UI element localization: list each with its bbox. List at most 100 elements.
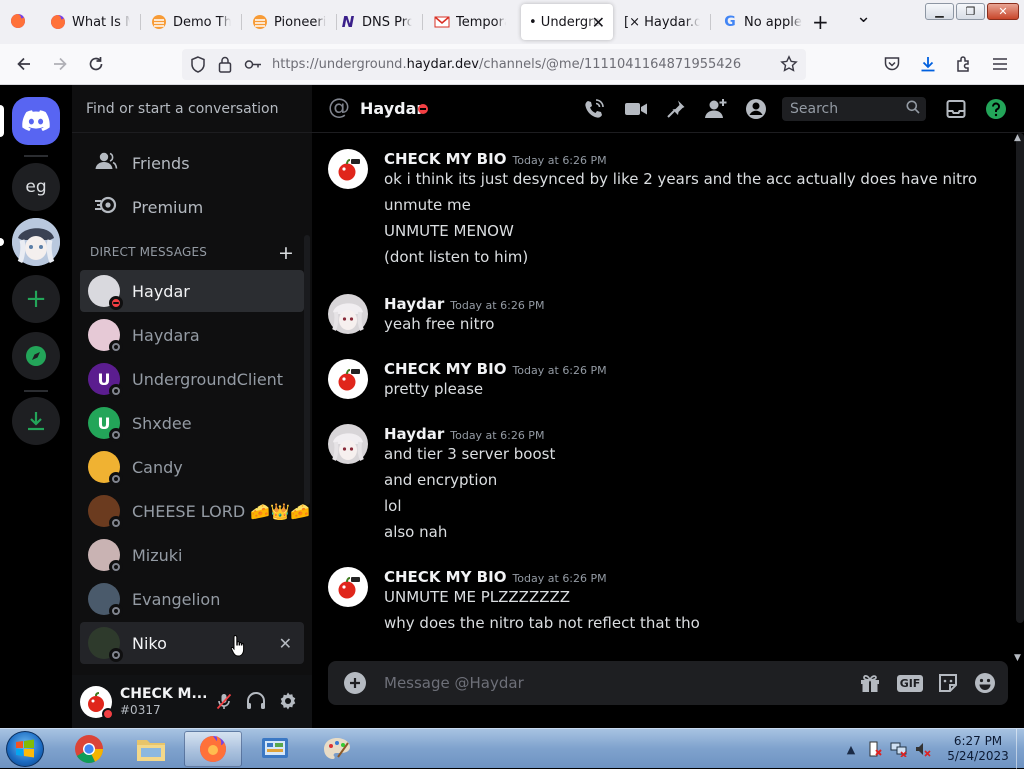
dm-item[interactable]: U UndergroundClient: [80, 358, 304, 400]
dm-item[interactable]: CHEESE LORD 🧀👑🧀: [80, 490, 310, 532]
send-gift-button[interactable]: [857, 671, 883, 695]
chat-scrollbar[interactable]: ▲ ▼: [1014, 133, 1024, 663]
emoji-picker-button[interactable]: [972, 671, 998, 695]
mute-mic-button[interactable]: [212, 689, 236, 713]
browser-tab[interactable]: G No apple: [714, 4, 810, 40]
message-composer[interactable]: Message @Haydar GIF: [328, 661, 1008, 705]
user-avatar[interactable]: [80, 686, 114, 720]
tab-separator: [710, 14, 711, 30]
downloads-icon[interactable]: [917, 53, 939, 75]
start-voice-call-button[interactable]: [582, 97, 606, 121]
permissions-key-icon[interactable]: [244, 57, 262, 76]
volume-icon[interactable]: [914, 740, 932, 758]
taskbar-paint[interactable]: [308, 731, 366, 767]
back-icon[interactable]: [13, 53, 35, 75]
tracking-protection-icon[interactable]: [190, 56, 206, 77]
dm-item[interactable]: Mizuki: [80, 534, 304, 576]
lock-icon[interactable]: [218, 56, 232, 77]
server-avatar-button[interactable]: [12, 218, 60, 266]
premium-nav-item[interactable]: Premium: [80, 186, 304, 228]
tab-title: • Undergro: [529, 14, 602, 30]
download-apps-button[interactable]: [12, 397, 60, 445]
user-profile-toggle-button[interactable]: [744, 97, 768, 121]
message-avatar[interactable]: [328, 294, 368, 334]
close-tab-icon[interactable]: ✕: [592, 13, 605, 32]
create-dm-button[interactable]: +: [278, 242, 294, 264]
taskbar-chrome[interactable]: [60, 731, 118, 767]
extensions-icon[interactable]: [953, 53, 975, 75]
new-tab-button[interactable]: +: [812, 10, 829, 34]
minimize-button[interactable]: ▁: [925, 3, 954, 20]
sticker-picker-button[interactable]: [935, 671, 961, 695]
dm-item[interactable]: Niko ✕: [80, 622, 304, 664]
message-avatar[interactable]: [328, 567, 368, 607]
find-conversation-button[interactable]: Find or start a conversation: [72, 85, 312, 133]
restore-button[interactable]: ❐: [956, 3, 985, 20]
message-input[interactable]: Message @Haydar: [384, 674, 524, 692]
add-friends-to-dm-button[interactable]: [704, 97, 728, 121]
tab-active[interactable]: • Undergro ✕: [521, 4, 613, 40]
start-button[interactable]: [6, 731, 44, 767]
message-author[interactable]: CHECK MY BIO: [384, 150, 506, 168]
browser-tab[interactable]: [× Haydar.dev: [616, 4, 708, 40]
scroll-up-arrow[interactable]: ▲: [1014, 133, 1021, 143]
browser-tab[interactable]: N DNS Prop: [332, 4, 420, 40]
bookmark-star-icon[interactable]: [780, 55, 798, 77]
deafen-button[interactable]: [244, 689, 268, 713]
start-video-call-button[interactable]: [624, 97, 648, 121]
message-avatar[interactable]: [328, 149, 368, 189]
forward-icon[interactable]: [49, 53, 71, 75]
browser-tab[interactable]: Pioneering: [244, 4, 334, 40]
show-desktop-button[interactable]: [1016, 729, 1024, 769]
message-avatar[interactable]: [328, 424, 368, 464]
window-close-button[interactable]: ✕: [987, 3, 1019, 20]
inbox-button[interactable]: [944, 97, 968, 121]
dm-list-scrollbar[interactable]: [304, 235, 310, 505]
help-button[interactable]: [984, 97, 1008, 121]
taskbar-clock[interactable]: 6:27 PM 5/24/2023: [938, 734, 1018, 764]
chat-search-input[interactable]: Search: [782, 97, 926, 121]
menu-icon[interactable]: [989, 53, 1011, 75]
explore-servers-button[interactable]: [12, 332, 60, 380]
discord-home-button[interactable]: [12, 97, 60, 145]
add-server-button[interactable]: +: [12, 275, 60, 323]
upload-attachment-button[interactable]: [344, 672, 366, 694]
dm-item[interactable]: Haydar: [80, 270, 304, 312]
friends-nav-item[interactable]: Friends: [80, 142, 304, 184]
reload-icon[interactable]: [85, 53, 107, 75]
taskbar-file-explorer[interactable]: [122, 731, 180, 767]
url-field[interactable]: https://underground.haydar.dev/channels/…: [182, 49, 806, 80]
taskbar-control-panel[interactable]: [246, 731, 304, 767]
message-avatar[interactable]: [328, 359, 368, 399]
dm-item[interactable]: Haydara: [80, 314, 304, 356]
network-icon[interactable]: [890, 740, 908, 758]
message-author[interactable]: Haydar: [384, 425, 444, 443]
scroll-down-arrow[interactable]: ▼: [1014, 653, 1021, 663]
dm-item[interactable]: Evangelion: [80, 578, 304, 620]
user-settings-button[interactable]: [276, 689, 300, 713]
orange-stack-icon: [151, 14, 167, 30]
pinned-messages-button[interactable]: [664, 97, 688, 121]
browser-tab[interactable]: Demo The: [143, 4, 239, 40]
action-center-icon[interactable]: [866, 740, 884, 758]
message-author[interactable]: CHECK MY BIO: [384, 568, 506, 586]
browser-tab[interactable]: What Is My IP: [42, 4, 138, 40]
list-all-tabs-button[interactable]: ⌄: [856, 6, 871, 27]
message-author[interactable]: Haydar: [384, 295, 444, 313]
dm-name: Haydara: [132, 325, 200, 345]
close-dm-icon[interactable]: ✕: [279, 634, 292, 653]
gif-picker-button[interactable]: GIF: [896, 671, 924, 695]
browser-tab[interactable]: Temporar: [426, 4, 514, 40]
chat-scrollbar-thumb[interactable]: [1016, 133, 1024, 623]
server-eg-button[interactable]: eg: [12, 163, 60, 211]
dm-name: UndergroundClient: [132, 369, 284, 389]
search-placeholder: Search: [790, 101, 839, 117]
firefox-view-button[interactable]: [10, 13, 26, 33]
taskbar-firefox[interactable]: [184, 731, 242, 767]
dm-item[interactable]: Candy: [80, 446, 304, 488]
show-hidden-icons-button[interactable]: ▲: [842, 740, 860, 758]
dm-item[interactable]: U Shxdee: [80, 402, 304, 444]
message-author[interactable]: CHECK MY BIO: [384, 360, 506, 378]
chat-title[interactable]: Haydar: [360, 99, 424, 118]
pocket-icon[interactable]: [881, 53, 903, 75]
